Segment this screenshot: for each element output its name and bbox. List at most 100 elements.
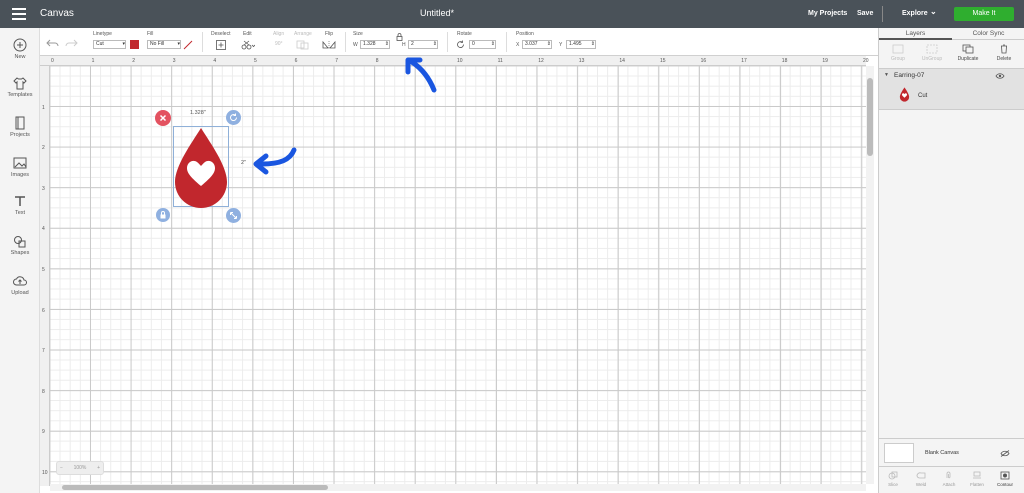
nav-new[interactable]: New xyxy=(0,38,40,60)
linetype-select[interactable]: Cut ▾ xyxy=(93,40,126,49)
nav-images-label: Images xyxy=(10,172,30,178)
weld-icon xyxy=(916,472,926,479)
nav-text-label: Text xyxy=(14,210,26,216)
top-ruler: 0 1 2 3 4 5 6 7 8 9 10 11 12 13 14 15 16 17 18 19 20 xyxy=(40,56,869,66)
duplicate-label: Duplicate xyxy=(957,56,979,62)
ruler-top-tick-label: 9 xyxy=(416,58,420,64)
nav-shapes-label: Shapes xyxy=(10,250,30,256)
layer-thumbnail-icon xyxy=(899,87,910,102)
duplicate-button[interactable]: Duplicate xyxy=(951,44,985,62)
fill-value: No Fill xyxy=(150,41,165,47)
linetype-color-swatch[interactable] xyxy=(130,40,139,49)
edit-scissors-icon[interactable] xyxy=(241,40,255,50)
lock-handle-icon[interactable] xyxy=(156,208,170,222)
toolbar-divider xyxy=(202,32,203,52)
arrange-icon[interactable] xyxy=(296,40,312,50)
teardrop-earring-shape[interactable] xyxy=(171,126,231,210)
group-button[interactable]: Group xyxy=(881,44,915,62)
ruler-left-tick-label: 8 xyxy=(42,388,45,395)
slice-icon xyxy=(888,471,898,480)
y-value: 1.495 xyxy=(569,41,582,47)
stepper-arrows-icon: ⇕ xyxy=(590,41,595,47)
ruler-left-tick-label: 1 xyxy=(42,104,45,111)
y-position-input[interactable]: 1.495 ⇕ xyxy=(566,40,596,49)
nav-images[interactable]: Images xyxy=(0,156,40,178)
delete-label: Delete xyxy=(996,56,1012,62)
top-header: Canvas Untitled* My Projects Save Explor… xyxy=(0,0,1024,28)
zoom-control[interactable]: − 100% + xyxy=(56,461,104,475)
nav-text[interactable]: Text xyxy=(0,194,40,216)
stepper-arrows-icon: ⇕ xyxy=(490,41,495,47)
layer-actions-bar: Slice Weld Attach Flatten Contour xyxy=(879,466,1024,493)
undo-icon[interactable] xyxy=(46,38,60,48)
fill-label: Fill xyxy=(147,31,154,37)
rotate-input[interactable]: 0 ⇕ xyxy=(469,40,496,49)
resize-handle-icon[interactable] xyxy=(226,208,241,223)
ruler-top-tick-label: 17 xyxy=(741,58,747,64)
collapse-triangle-icon[interactable]: ▼ xyxy=(884,72,889,78)
width-input[interactable]: 1.328 ⇕ xyxy=(360,40,390,49)
nav-shapes[interactable]: Shapes xyxy=(0,234,40,256)
nav-upload[interactable]: Upload xyxy=(0,274,40,296)
make-it-button[interactable]: Make It xyxy=(954,7,1014,21)
explore-menu[interactable]: Explore xyxy=(902,10,928,17)
horizontal-scroll-thumb[interactable] xyxy=(62,485,328,490)
weld-button[interactable]: Weld xyxy=(909,471,933,487)
blank-canvas-row[interactable]: Blank Canvas xyxy=(879,438,1024,466)
lock-icon[interactable] xyxy=(396,33,403,41)
height-input[interactable]: 2 ⇕ xyxy=(408,40,438,49)
ungroup-label: UnGroup xyxy=(921,56,943,62)
eye-visibility-icon[interactable] xyxy=(995,73,1005,79)
delete-handle-icon[interactable] xyxy=(155,110,171,126)
contour-button[interactable]: Contour xyxy=(993,471,1017,487)
nav-projects[interactable]: Projects xyxy=(0,116,40,138)
delete-button[interactable]: Delete xyxy=(987,44,1021,62)
vertical-scroll-thumb[interactable] xyxy=(867,78,873,156)
x-value: 3.037 xyxy=(525,41,538,47)
tab-layers[interactable]: Layers xyxy=(879,28,952,40)
save-link[interactable]: Save xyxy=(857,10,873,17)
ruler-left-tick-label: 7 xyxy=(42,348,45,355)
design-canvas[interactable]: 0 1 2 3 4 5 6 7 8 9 10 11 12 13 14 15 16 17 18 19 20 1234567… xyxy=(40,56,878,493)
flatten-icon xyxy=(973,471,981,479)
attach-button[interactable]: Attach xyxy=(937,471,961,487)
ungroup-button[interactable]: UnGroup xyxy=(915,44,949,62)
nav-upload-label: Upload xyxy=(11,290,29,296)
flip-icon[interactable] xyxy=(322,40,338,50)
plus-circle-icon xyxy=(13,38,27,52)
deselect-icon[interactable] xyxy=(216,40,226,50)
slice-button[interactable]: Slice xyxy=(881,471,905,487)
zoom-out-icon[interactable]: − xyxy=(57,462,63,474)
flatten-label: Flatten xyxy=(970,482,984,487)
width-dimension-label: 1.328" xyxy=(190,110,206,116)
flatten-button[interactable]: Flatten xyxy=(965,471,989,487)
tab-color-sync[interactable]: Color Sync xyxy=(952,28,1024,40)
stepper-arrows-icon: ⇕ xyxy=(546,41,551,47)
eye-hidden-icon[interactable] xyxy=(1000,450,1010,457)
rotate-handle-icon[interactable] xyxy=(226,110,241,125)
ruler-top-tick-label: 5 xyxy=(254,58,257,64)
shapes-icon xyxy=(14,236,26,248)
header-divider xyxy=(882,6,883,22)
nav-templates[interactable]: Templates xyxy=(0,76,40,98)
x-position-input[interactable]: 3.037 ⇕ xyxy=(522,40,552,49)
fill-none-swatch-icon[interactable] xyxy=(183,40,193,50)
blank-canvas-swatch[interactable] xyxy=(884,443,914,463)
ruler-top-tick-label: 1 xyxy=(91,58,95,64)
horizontal-scrollbar[interactable] xyxy=(50,484,866,491)
my-projects-link[interactable]: My Projects xyxy=(808,10,847,17)
toolbar-divider xyxy=(447,32,448,52)
dropdown-arrow-icon: ▾ xyxy=(177,41,180,47)
linetype-value: Cut xyxy=(96,41,104,47)
zoom-in-icon[interactable]: + xyxy=(97,462,103,474)
ruler-left-tick-label: 4 xyxy=(42,226,45,233)
blank-canvas-label: Blank Canvas xyxy=(925,450,959,456)
slice-label: Slice xyxy=(888,482,898,487)
left-sidebar: New Templates Projects Images Text Shape… xyxy=(0,28,40,493)
chevron-down-icon[interactable]: ⌄ xyxy=(930,7,937,16)
vertical-scrollbar[interactable] xyxy=(866,66,874,484)
redo-icon[interactable] xyxy=(64,38,78,48)
fill-select[interactable]: No Fill ▾ xyxy=(147,40,181,49)
duplicate-icon xyxy=(962,44,974,54)
layer-group-row[interactable]: ▼ Earring-07 Cut xyxy=(879,68,1024,110)
